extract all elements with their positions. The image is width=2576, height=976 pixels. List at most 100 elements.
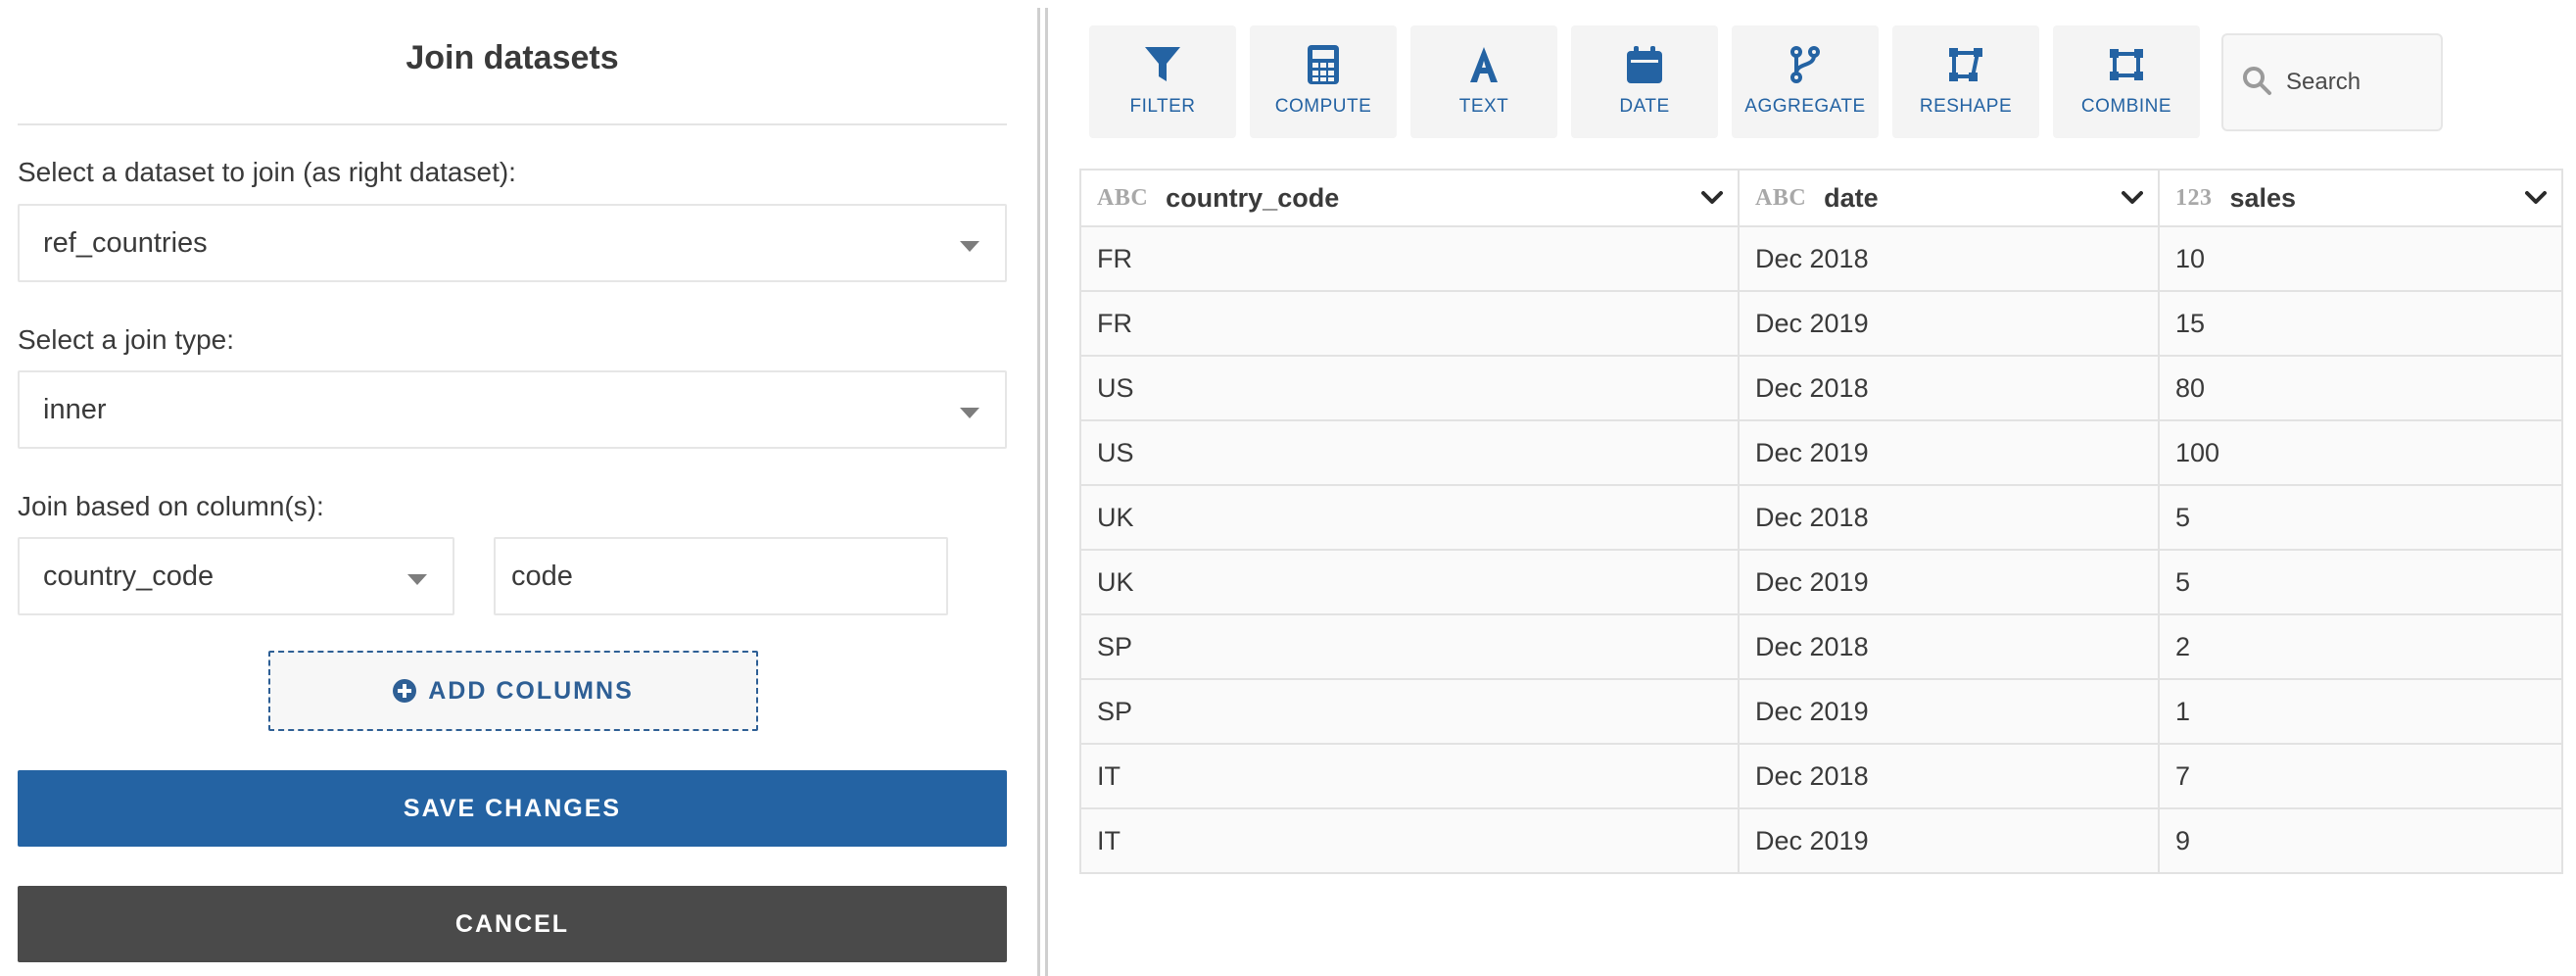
table-cell: US [1079, 419, 1740, 486]
aggregate-icon [1784, 43, 1827, 86]
chevron-down-icon[interactable] [2524, 186, 2548, 210]
table-cell: IT [1079, 807, 1740, 874]
column-type-badge: 123 [2175, 184, 2213, 211]
right-column-input[interactable]: code [494, 537, 948, 615]
table-row: US Dec 2018 80 [1079, 355, 2563, 421]
table-cell: Dec 2019 [1738, 290, 2160, 357]
column-name: sales [2229, 182, 2297, 213]
table-cell: FR [1079, 290, 1740, 357]
table-cell: SP [1079, 678, 1740, 745]
dataset-table: ABC country_code ABC date 123 sales FR D… [1079, 169, 2563, 874]
compute-label: COMPUTE [1274, 96, 1372, 117]
table-cell: UK [1079, 484, 1740, 551]
table-cell: 7 [2158, 743, 2563, 809]
chevron-down-icon[interactable] [2121, 186, 2144, 210]
title-divider [18, 123, 1007, 125]
table-cell: IT [1079, 743, 1740, 809]
chevron-down-icon[interactable] [1700, 186, 1724, 210]
aggregate-button[interactable]: AGGREGATE [1732, 25, 1879, 138]
column-type-badge: ABC [1097, 184, 1149, 211]
table-cell: 80 [2158, 355, 2563, 421]
left-column-select-value: country_code [43, 560, 215, 592]
panel-resize-handle[interactable] [1035, 8, 1051, 976]
table-cell: Dec 2018 [1738, 484, 2160, 551]
table-row: UK Dec 2019 5 [1079, 549, 2563, 615]
calendar-icon [1623, 43, 1666, 86]
table-row: UK Dec 2018 5 [1079, 484, 2563, 551]
table-row: FR Dec 2018 10 [1079, 225, 2563, 292]
table-cell: Dec 2018 [1738, 355, 2160, 421]
column-type-badge: ABC [1755, 184, 1807, 211]
combine-button[interactable]: COMBINE [2053, 25, 2200, 138]
date-label: DATE [1619, 96, 1670, 117]
column-name: date [1824, 182, 1879, 213]
join-type-label: Select a join type: [18, 324, 235, 355]
table-row: IT Dec 2018 7 [1079, 743, 2563, 809]
dataset-label: Select a dataset to join (as right datas… [18, 157, 516, 187]
table-cell: Dec 2018 [1738, 225, 2160, 292]
reshape-label: RESHAPE [1919, 96, 2013, 117]
save-changes-button[interactable]: SAVE CHANGES [18, 770, 1007, 847]
caret-down-icon [960, 241, 979, 252]
caret-down-icon [407, 574, 427, 585]
table-cell: 5 [2158, 549, 2563, 615]
table-cell: SP [1079, 613, 1740, 680]
cancel-button[interactable]: CANCEL [18, 886, 1007, 962]
table-cell: US [1079, 355, 1740, 421]
calculator-icon [1302, 43, 1345, 86]
join-type-select[interactable]: inner [18, 370, 1007, 449]
aggregate-label: AGGREGATE [1744, 96, 1866, 117]
dataset-select-value: ref_countries [43, 226, 208, 259]
table-cell: Dec 2019 [1738, 678, 2160, 745]
add-columns-button[interactable]: ADD COLUMNS [268, 651, 758, 731]
columns-label: Join based on column(s): [18, 491, 324, 521]
table-cell: Dec 2018 [1738, 743, 2160, 809]
plus-circle-icon [393, 679, 417, 703]
column-header-country-code[interactable]: ABC country_code [1079, 169, 1740, 227]
right-column-input-value: code [511, 560, 573, 592]
filter-icon [1141, 43, 1184, 86]
table-cell: Dec 2018 [1738, 613, 2160, 680]
table-header-row: ABC country_code ABC date 123 sales [1079, 169, 2563, 227]
join-panel: Join datasets Select a dataset to join (… [0, 0, 1024, 976]
table-cell: 9 [2158, 807, 2563, 874]
dataset-select[interactable]: ref_countries [18, 204, 1007, 282]
compute-button[interactable]: COMPUTE [1250, 25, 1397, 138]
text-button[interactable]: TEXT [1410, 25, 1557, 138]
table-row: SP Dec 2018 2 [1079, 613, 2563, 680]
table-cell: UK [1079, 549, 1740, 615]
text-icon [1462, 43, 1505, 86]
search-placeholder: Search [2286, 69, 2361, 95]
text-label: TEXT [1458, 96, 1509, 117]
table-cell: 10 [2158, 225, 2563, 292]
column-header-date[interactable]: ABC date [1738, 169, 2160, 227]
table-cell: 15 [2158, 290, 2563, 357]
table-cell: 100 [2158, 419, 2563, 486]
table-row: FR Dec 2019 15 [1079, 290, 2563, 357]
filter-label: FILTER [1129, 96, 1196, 117]
table-cell: Dec 2019 [1738, 419, 2160, 486]
table-row: SP Dec 2019 1 [1079, 678, 2563, 745]
join-type-select-value: inner [43, 393, 107, 425]
search-icon [2241, 65, 2272, 101]
combine-label: COMBINE [2080, 96, 2172, 117]
table-row: US Dec 2019 100 [1079, 419, 2563, 486]
reshape-icon [1944, 43, 1987, 86]
table-cell: 5 [2158, 484, 2563, 551]
search-input[interactable]: Search [2221, 33, 2443, 131]
table-row: IT Dec 2019 9 [1079, 807, 2563, 874]
column-header-sales[interactable]: 123 sales [2158, 169, 2563, 227]
table-cell: FR [1079, 225, 1740, 292]
add-columns-label: ADD COLUMNS [428, 676, 634, 705]
table-cell: Dec 2019 [1738, 807, 2160, 874]
combine-icon [2105, 43, 2148, 86]
table-cell: 1 [2158, 678, 2563, 745]
reshape-button[interactable]: RESHAPE [1892, 25, 2039, 138]
panel-title: Join datasets [405, 39, 619, 76]
caret-down-icon [960, 408, 979, 418]
column-name: country_code [1166, 182, 1340, 213]
filter-button[interactable]: FILTER [1089, 25, 1236, 138]
left-column-select[interactable]: country_code [18, 537, 454, 615]
table-cell: 2 [2158, 613, 2563, 680]
date-button[interactable]: DATE [1571, 25, 1718, 138]
